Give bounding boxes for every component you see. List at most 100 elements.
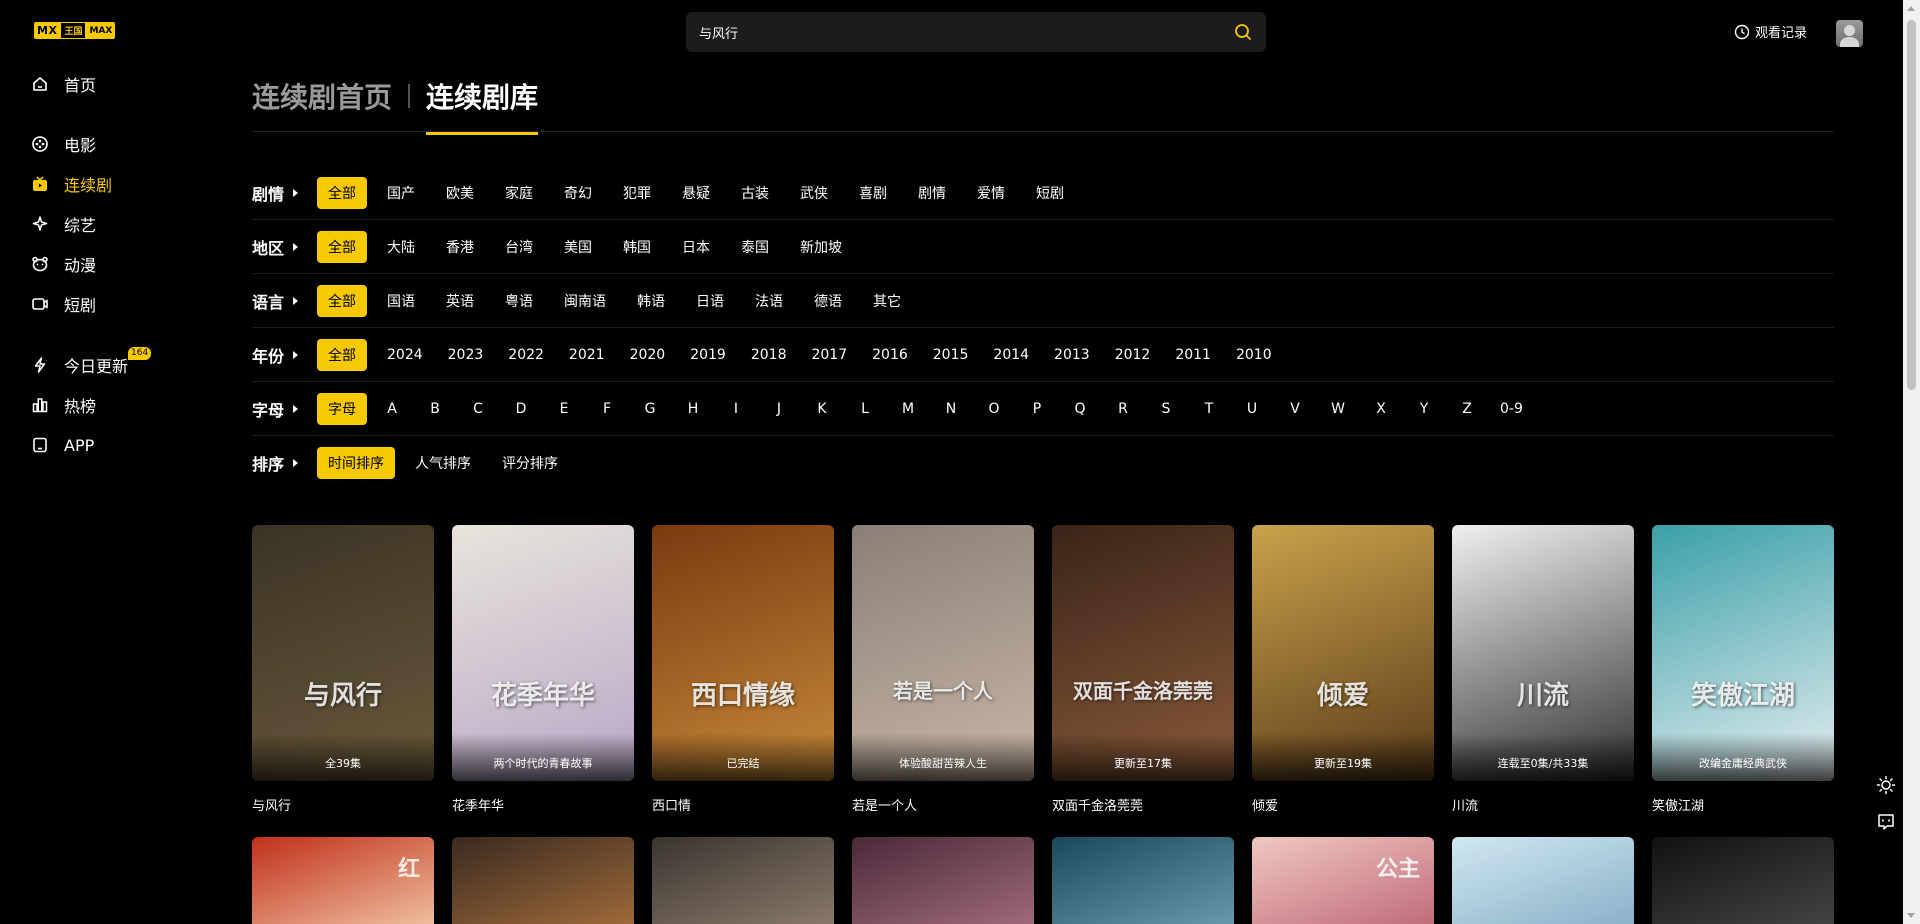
search-icon[interactable] xyxy=(1232,21,1254,43)
filter-option[interactable]: 喜剧 xyxy=(848,177,898,209)
filter-option[interactable]: 欧美 xyxy=(435,177,485,209)
show-poster[interactable] xyxy=(452,837,634,924)
filter-option[interactable]: 2013 xyxy=(1043,339,1101,371)
filter-option[interactable]: F xyxy=(591,393,623,425)
filter-option[interactable]: 韩国 xyxy=(612,231,662,263)
tab-series-library[interactable]: 连续剧库 xyxy=(426,76,539,135)
show-card[interactable] xyxy=(1652,837,1834,924)
filter-option[interactable]: 犯罪 xyxy=(612,177,662,209)
site-logo[interactable]: MX 王国 MAX xyxy=(34,21,116,40)
filter-option[interactable]: C xyxy=(462,393,494,425)
show-card[interactable] xyxy=(1052,837,1234,924)
filter-option[interactable]: 2015 xyxy=(922,339,980,371)
filter-option[interactable]: S xyxy=(1150,393,1182,425)
filter-option[interactable]: H xyxy=(677,393,709,425)
show-title[interactable]: 花季年华 xyxy=(452,795,634,814)
scroll-down-arrow-icon[interactable] xyxy=(1907,913,1915,918)
filter-option[interactable]: 2011 xyxy=(1164,339,1222,371)
filter-option[interactable]: 日本 xyxy=(671,231,721,263)
filter-option[interactable]: 闽南语 xyxy=(553,285,617,317)
show-poster[interactable]: 若是一个人 体验酸甜苦辣人生 xyxy=(852,525,1034,781)
filter-option[interactable]: E xyxy=(548,393,580,425)
show-card[interactable]: 双面千金洛莞莞 更新至17集 双面千金洛莞莞 xyxy=(1052,525,1234,814)
filter-option[interactable]: 美国 xyxy=(553,231,603,263)
filter-option[interactable]: Q xyxy=(1064,393,1096,425)
filter-option[interactable]: 全部 xyxy=(317,284,367,317)
sidebar-item-hot-list[interactable]: 热榜 xyxy=(30,393,96,417)
show-poster[interactable]: 川流 连载至0集/共33集 xyxy=(1452,525,1634,781)
show-card[interactable]: 花季年华 两个时代的青春故事花季年华 xyxy=(452,525,634,814)
sidebar-item-anime[interactable]: 动漫 xyxy=(30,252,96,276)
filter-option[interactable]: V xyxy=(1279,393,1311,425)
show-card[interactable] xyxy=(652,837,834,924)
tab-series-home[interactable]: 连续剧首页 xyxy=(252,76,392,116)
filter-option[interactable]: 剧情 xyxy=(907,177,957,209)
filter-option[interactable]: W xyxy=(1322,393,1354,425)
show-title[interactable]: 双面千金洛莞莞 xyxy=(1052,795,1234,814)
filter-option[interactable]: U xyxy=(1236,393,1268,425)
filter-option[interactable]: 全部 xyxy=(317,230,367,263)
show-poster[interactable]: 与风行 全39集 xyxy=(252,525,434,781)
filter-option[interactable]: 武侠 xyxy=(789,177,839,209)
filter-option[interactable]: 大陆 xyxy=(376,231,426,263)
sidebar-item-app[interactable]: APP xyxy=(30,433,94,457)
filter-option[interactable]: 2018 xyxy=(740,339,798,371)
watch-history-link[interactable]: 观看记录 xyxy=(1734,22,1807,41)
filter-option[interactable]: 香港 xyxy=(435,231,485,263)
scroll-up-arrow-icon[interactable] xyxy=(1907,6,1915,11)
show-poster[interactable] xyxy=(1652,837,1834,924)
show-poster[interactable]: 西口情缘 已完结 xyxy=(652,525,834,781)
show-title[interactable]: 与风行 xyxy=(252,795,434,814)
filter-option[interactable]: 全部 xyxy=(317,338,367,371)
show-card[interactable]: 若是一个人 体验酸甜苦辣人生若是一个人 xyxy=(852,525,1034,814)
show-title[interactable]: 若是一个人 xyxy=(852,795,1034,814)
filter-option[interactable]: P xyxy=(1021,393,1053,425)
filter-option[interactable]: 2022 xyxy=(497,339,555,371)
filter-option[interactable]: 短剧 xyxy=(1025,177,1075,209)
show-poster[interactable]: 花季年华 两个时代的青春故事 xyxy=(452,525,634,781)
show-title[interactable]: 川流 xyxy=(1452,795,1634,814)
sidebar-item-today-updates[interactable]: 今日更新 164 xyxy=(30,347,152,377)
filter-option[interactable]: 其它 xyxy=(862,285,912,317)
filter-option[interactable]: Y xyxy=(1408,393,1440,425)
filter-option[interactable]: R xyxy=(1107,393,1139,425)
show-card[interactable]: 倾爱 更新至19集倾爱 xyxy=(1252,525,1434,814)
filter-option[interactable]: 2010 xyxy=(1225,339,1283,371)
filter-option[interactable]: N xyxy=(935,393,967,425)
filter-option[interactable]: 2023 xyxy=(437,339,495,371)
show-poster[interactable] xyxy=(1452,837,1634,924)
filter-option[interactable]: 全部 xyxy=(317,176,367,209)
avatar[interactable] xyxy=(1836,20,1863,47)
filter-option[interactable]: J xyxy=(763,393,795,425)
filter-option[interactable]: 悬疑 xyxy=(671,177,721,209)
filter-option[interactable]: 台湾 xyxy=(494,231,544,263)
show-title[interactable]: 笑傲江湖 xyxy=(1652,795,1834,814)
filter-option[interactable]: M xyxy=(892,393,924,425)
filter-option[interactable]: 2021 xyxy=(558,339,616,371)
filter-option[interactable]: G xyxy=(634,393,666,425)
filter-option[interactable]: 英语 xyxy=(435,285,485,317)
filter-option[interactable]: 2024 xyxy=(376,339,434,371)
filter-option[interactable]: 新加坡 xyxy=(789,231,853,263)
filter-option[interactable]: 2012 xyxy=(1104,339,1162,371)
show-poster[interactable] xyxy=(852,837,1034,924)
filter-option[interactable]: 字母 xyxy=(317,392,367,425)
filter-option[interactable]: 0-9 xyxy=(1494,393,1529,425)
sidebar-item-variety[interactable]: 综艺 xyxy=(30,212,96,236)
show-poster[interactable] xyxy=(652,837,834,924)
show-poster[interactable]: 倾爱 更新至19集 xyxy=(1252,525,1434,781)
search-input[interactable] xyxy=(699,24,1232,40)
filter-option[interactable]: 2014 xyxy=(982,339,1040,371)
sidebar-item-short-drama[interactable]: 短剧 xyxy=(30,292,96,316)
filter-option[interactable]: A xyxy=(376,393,408,425)
filter-option[interactable]: O xyxy=(978,393,1010,425)
show-card[interactable] xyxy=(452,837,634,924)
feedback-chat-icon[interactable] xyxy=(1874,810,1898,834)
theme-toggle-sun-icon[interactable] xyxy=(1874,773,1898,797)
show-poster[interactable]: 笑傲江湖 改编金庸经典武侠 xyxy=(1652,525,1834,781)
filter-option[interactable]: L xyxy=(849,393,881,425)
filter-option[interactable]: K xyxy=(806,393,838,425)
show-title[interactable]: 倾爱 xyxy=(1252,795,1434,814)
sidebar-item-home[interactable]: 首页 xyxy=(30,72,96,96)
scrollbar-thumb[interactable] xyxy=(1907,20,1916,390)
